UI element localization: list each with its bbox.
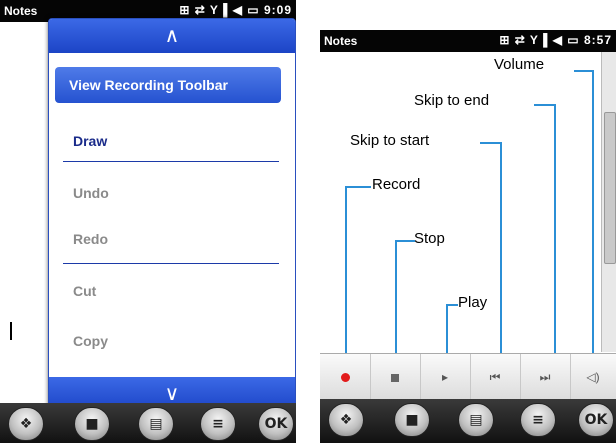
start-button[interactable]: ❖	[8, 407, 44, 441]
status-bar: Notes ⊞ ⇄ Y▐ ◀ ▭ 8:57	[320, 30, 616, 52]
callout-skip-to-end: Skip to end	[414, 92, 490, 109]
skip-to-end-button[interactable]: ⏭	[520, 354, 571, 400]
menu-button[interactable]: ≡	[520, 403, 556, 437]
notes-screen-recording: Notes ⊞ ⇄ Y▐ ◀ ▭ 8:57 Volume Skip to end…	[320, 30, 616, 443]
taskbar: ❖ ■ ▤ ≡ OK	[320, 399, 616, 443]
ok-button[interactable]: OK	[258, 407, 294, 441]
status-icons[interactable]: ⊞ ⇄ Y▐ ◀ ▭ 9:09	[179, 3, 292, 17]
stop-button[interactable]	[370, 354, 421, 400]
chevron-down-icon: ∨	[164, 383, 180, 405]
windows-logo-icon: ❖	[339, 412, 353, 428]
clock: 9:09	[263, 3, 292, 17]
status-icons[interactable]: ⊞ ⇄ Y▐ ◀ ▭ 8:57	[499, 33, 612, 47]
leader-line	[592, 70, 594, 358]
menu-item-copy[interactable]: Copy	[73, 333, 108, 349]
play-icon: ▸	[441, 370, 449, 384]
leader-line	[554, 104, 556, 358]
start-button[interactable]: ❖	[328, 403, 364, 437]
keyboard-button[interactable]: ▤	[138, 407, 174, 441]
keyboard-button[interactable]: ▤	[458, 403, 494, 437]
leader-line	[345, 186, 371, 188]
app-title[interactable]: Notes	[324, 34, 357, 48]
callout-skip-to-start: Skip to start	[350, 132, 430, 149]
leader-line	[534, 104, 556, 106]
notes-screen-menu: Notes ⊞ ⇄ Y▐ ◀ ▭ 9:09 ▲ ▼ ∧ View Recordi…	[0, 0, 296, 443]
clock: 8:57	[583, 33, 612, 47]
menu-item-cut[interactable]: Cut	[73, 283, 96, 299]
menu-divider	[63, 161, 279, 162]
menu-icon: ≡	[212, 416, 224, 432]
skip-to-start-icon: ⏮	[489, 370, 501, 384]
notes-icon: ■	[85, 416, 99, 432]
keyboard-icon: ▤	[149, 416, 163, 432]
vertical-scrollbar[interactable]	[601, 52, 616, 352]
leader-line	[395, 240, 397, 358]
ok-button[interactable]: OK	[578, 403, 614, 437]
callout-volume: Volume	[494, 56, 545, 73]
stop-icon	[391, 373, 399, 382]
menu-button[interactable]: ≡	[200, 407, 236, 441]
menu-icon: ≡	[532, 412, 544, 428]
windows-logo-icon: ❖	[19, 416, 33, 432]
scroll-thumb[interactable]	[604, 112, 616, 264]
leader-line	[446, 304, 448, 358]
notes-button[interactable]: ■	[74, 407, 110, 441]
play-button[interactable]: ▸	[420, 354, 471, 400]
record-button[interactable]	[320, 354, 371, 400]
context-menu: ∧ View Recording Toolbar Draw Undo Redo …	[48, 18, 296, 412]
leader-line	[574, 70, 594, 72]
skip-to-end-icon: ⏭	[539, 370, 551, 384]
new-note-icon: ■	[405, 412, 419, 428]
chevron-up-icon: ∧	[164, 25, 180, 47]
menu-item-redo[interactable]: Redo	[73, 231, 108, 247]
volume-button[interactable]: ◁)	[570, 354, 616, 400]
menu-item-view-recording-toolbar[interactable]: View Recording Toolbar	[55, 67, 281, 103]
leader-line	[395, 240, 415, 242]
leader-line	[480, 142, 502, 144]
menu-item-draw[interactable]: Draw	[73, 133, 107, 149]
volume-icon: ◁)	[586, 370, 600, 384]
callout-stop: Stop	[414, 230, 445, 247]
menu-divider	[63, 263, 279, 264]
callout-play: Play	[458, 294, 488, 311]
leader-line	[500, 142, 502, 358]
menu-item-undo[interactable]: Undo	[73, 185, 109, 201]
app-title[interactable]: Notes	[4, 4, 37, 18]
recording-toolbar: ▸ ⏮ ⏭ ◁)	[320, 353, 616, 400]
leader-line	[345, 186, 347, 358]
keyboard-icon: ▤	[469, 412, 483, 428]
callout-record: Record	[372, 176, 421, 193]
menu-scroll-up-button[interactable]: ∧	[49, 19, 295, 53]
skip-to-start-button[interactable]: ⏮	[470, 354, 521, 400]
text-caret	[10, 322, 12, 340]
record-icon	[340, 373, 350, 383]
taskbar: ❖ ■ ▤ ≡ OK	[0, 403, 296, 443]
new-note-button[interactable]: ■	[394, 403, 430, 437]
